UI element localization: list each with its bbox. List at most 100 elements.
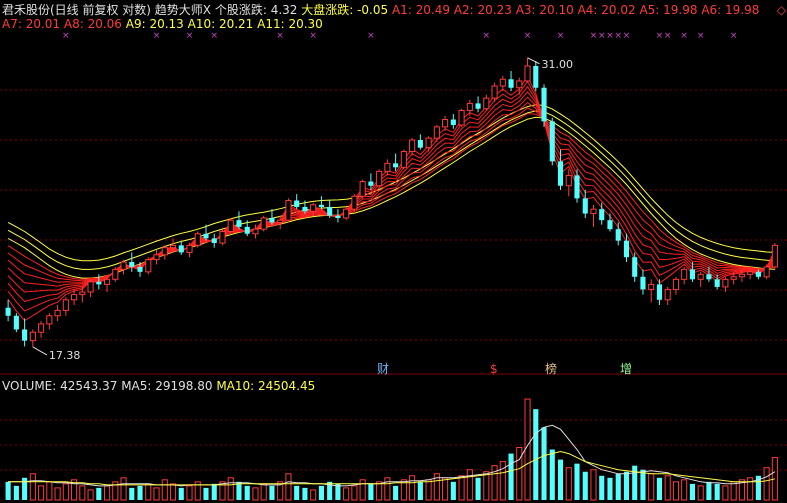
candle-body xyxy=(607,220,613,230)
volume-bar xyxy=(763,467,770,501)
event-marker: × xyxy=(153,31,161,41)
volume-bar xyxy=(632,465,638,500)
candle xyxy=(145,257,152,275)
candle xyxy=(22,318,28,347)
candle-body xyxy=(87,281,94,293)
header-market-change: 大盘涨跌: -0.05 xyxy=(297,3,389,17)
candle-body xyxy=(359,181,366,197)
candle-body xyxy=(96,281,102,285)
candle-body xyxy=(557,161,564,186)
candle xyxy=(648,279,655,303)
candle-body xyxy=(599,209,605,221)
volume-label: VOLUME: 42543.37 xyxy=(2,379,118,393)
candle-body xyxy=(252,228,259,235)
candle-body xyxy=(260,217,267,230)
header-indicator-values-a: A1: 20.49 A2: 20.23 A3: 20.10 A4: 20.02 … xyxy=(388,3,760,17)
candle xyxy=(285,198,292,223)
event-marker: × xyxy=(62,31,70,41)
volume-bar xyxy=(533,409,539,500)
low-price-label: 17.38 xyxy=(49,349,81,362)
candle-body xyxy=(706,274,712,280)
candle-body xyxy=(38,323,45,333)
candle-body xyxy=(565,174,572,187)
candle-body xyxy=(5,307,11,316)
candle-body xyxy=(54,309,61,317)
volume-bar xyxy=(541,427,547,500)
volume-bar xyxy=(318,485,324,500)
volume-bar xyxy=(409,475,416,501)
volume-bar xyxy=(252,487,259,501)
candle xyxy=(557,149,564,190)
candle xyxy=(120,259,127,275)
volume-bar xyxy=(294,485,300,500)
volume-bar xyxy=(549,449,555,500)
candle-body xyxy=(318,204,324,207)
event-label: 榜 xyxy=(545,361,557,376)
stock-chart[interactable]: × × × × × × × × × × × × × × × × × × × ×31.0017.38财 $ 榜增 xyxy=(0,0,787,503)
volume-bar xyxy=(120,477,127,501)
candle-body xyxy=(22,329,28,341)
candle xyxy=(46,313,53,330)
candle xyxy=(524,57,531,83)
volume-bar xyxy=(656,477,663,500)
candle xyxy=(409,138,416,156)
grid-lines xyxy=(0,89,787,471)
event-marker: × xyxy=(664,31,672,41)
candle-body xyxy=(169,244,177,249)
candle-body xyxy=(145,259,152,273)
candle-body xyxy=(112,268,119,280)
event-marker: × xyxy=(656,31,664,41)
candle-body xyxy=(62,299,69,311)
volume-bar xyxy=(104,485,111,501)
candle-body xyxy=(104,278,111,285)
candle xyxy=(153,250,160,265)
candle-body xyxy=(219,230,226,244)
ribbon-red-line xyxy=(7,107,776,282)
volume-bar xyxy=(368,483,374,500)
candle-body xyxy=(236,220,242,227)
volume-bar xyxy=(186,485,193,501)
volume-bar xyxy=(599,475,605,500)
candle-body xyxy=(466,102,473,111)
candle-body xyxy=(351,195,358,210)
candle-body xyxy=(368,181,374,186)
volume-bar xyxy=(582,471,588,500)
volume-bar xyxy=(79,485,86,501)
candle xyxy=(186,243,193,258)
candle-body xyxy=(13,315,19,330)
event-marker: × xyxy=(680,31,688,41)
candle-body xyxy=(672,278,679,290)
candle xyxy=(714,274,720,290)
volume-bar xyxy=(236,481,242,500)
candle xyxy=(672,276,679,295)
candle xyxy=(29,329,36,347)
high-price-label: 31.00 xyxy=(542,58,574,71)
candle-body xyxy=(541,87,547,122)
volume-bar xyxy=(689,483,695,500)
diamond-icon[interactable]: ◇ xyxy=(777,3,786,17)
volume-bar xyxy=(483,471,490,501)
candle-body xyxy=(153,254,160,261)
candle xyxy=(681,266,688,285)
candle-body xyxy=(409,139,416,153)
candle-body xyxy=(393,163,399,168)
chart-header-row1: 君禾股份(日线 前复权 对数) 趋势大师X 个股涨跌: 4.32 大盘涨跌: -… xyxy=(2,3,759,17)
candle-body xyxy=(697,273,704,280)
event-marker: × xyxy=(590,31,598,41)
event-marker: × xyxy=(210,31,218,41)
candle-body xyxy=(632,257,638,277)
volume-bar xyxy=(722,485,729,501)
candle xyxy=(697,271,704,287)
candle-body xyxy=(747,271,754,275)
volume-bar xyxy=(169,483,177,501)
candle-body xyxy=(574,175,580,199)
volume-bar xyxy=(203,487,209,500)
candle-body xyxy=(648,283,655,290)
candle-body xyxy=(524,65,531,82)
volume-bar xyxy=(706,481,712,500)
candle xyxy=(574,169,580,203)
candle-body xyxy=(203,233,209,239)
candle-body xyxy=(294,200,300,207)
volume-header: VOLUME: 42543.37 MA5: 29198.80 MA10: 245… xyxy=(2,379,315,393)
candle-body xyxy=(227,219,234,232)
